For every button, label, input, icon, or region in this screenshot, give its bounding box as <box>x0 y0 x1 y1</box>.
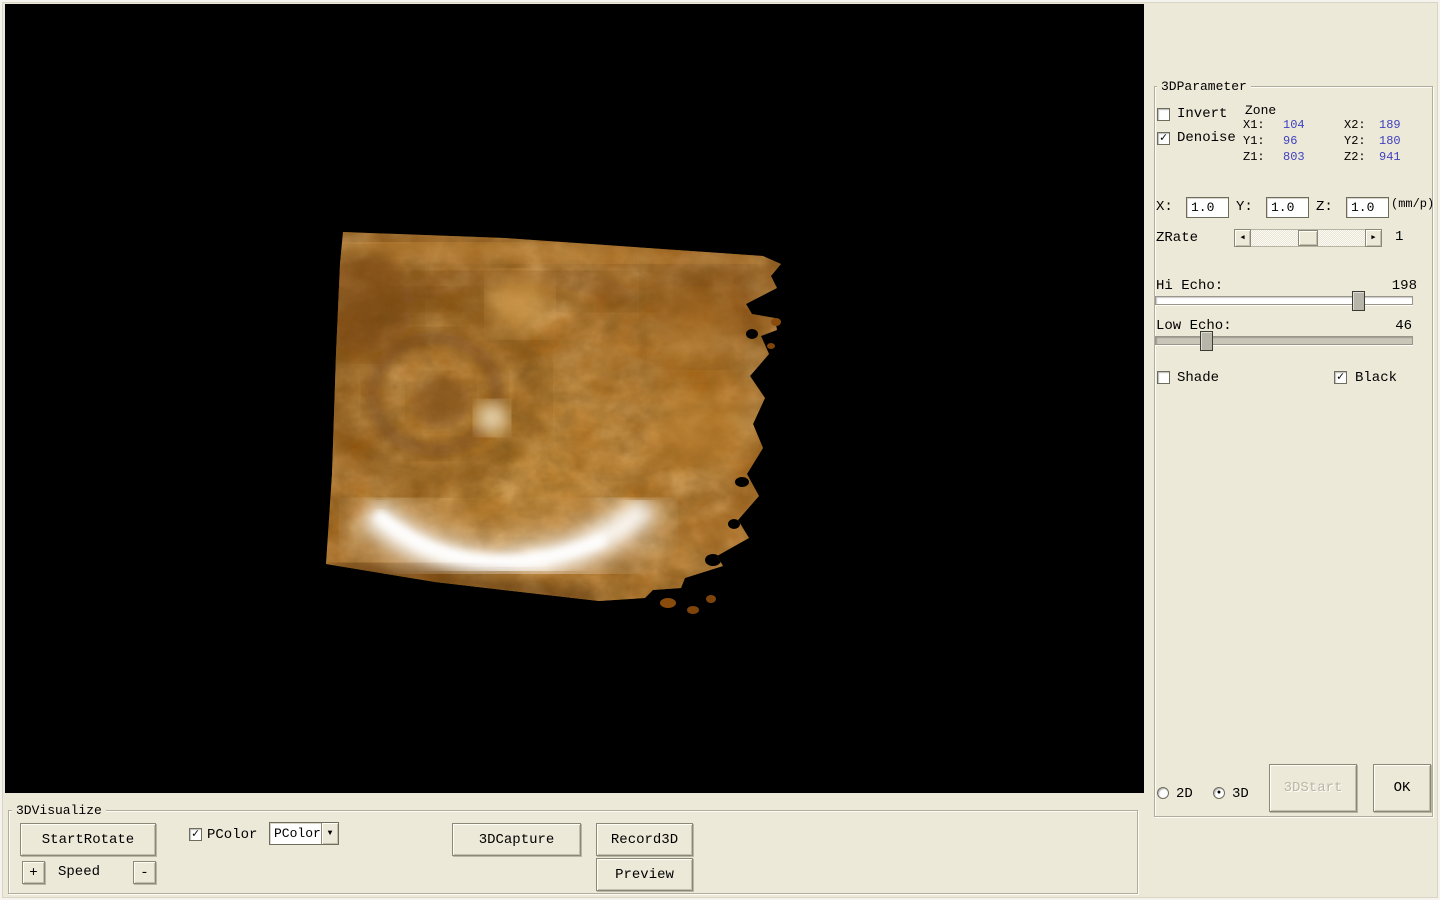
shade-checkbox[interactable] <box>1157 371 1170 384</box>
pcolor-dropdown[interactable]: PColor ▼ <box>269 822 339 845</box>
black-checkbox[interactable]: ✓ <box>1334 371 1347 384</box>
low-echo-label: Low Echo: <box>1156 318 1232 334</box>
pcolor-dropdown-value: PColor <box>274 826 321 841</box>
denoise-checkbox[interactable]: ✓ <box>1157 132 1170 145</box>
chevron-down-icon[interactable]: ▼ <box>321 823 338 844</box>
hi-echo-thumb[interactable] <box>1352 291 1365 311</box>
zone-x2-label: X2: <box>1344 118 1366 132</box>
ultrasound-volume-render <box>5 4 1144 793</box>
zone-x1-value: 104 <box>1283 118 1305 132</box>
hi-echo-track[interactable] <box>1155 296 1413 305</box>
zrate-left-arrow-icon[interactable]: ◀ <box>1234 229 1251 247</box>
black-label: Black <box>1355 370 1398 386</box>
app-window: 3DParameter Invert ✓ Denoise Zone X1: 10… <box>0 0 1440 900</box>
scale-x-input[interactable] <box>1186 197 1229 218</box>
zone-z2-value: 941 <box>1379 150 1401 164</box>
mode-3d-radio[interactable]: ● <box>1213 787 1225 799</box>
invert-checkbox[interactable] <box>1157 108 1170 121</box>
zone-z1-label: Z1: <box>1243 150 1265 164</box>
render-viewport[interactable] <box>5 4 1144 793</box>
scale-z-input[interactable] <box>1346 197 1389 218</box>
zone-z2-label: Z2: <box>1344 150 1366 164</box>
zone-z1-value: 803 <box>1283 150 1305 164</box>
pcolor-checkbox[interactable]: ✓ <box>189 828 202 841</box>
zrate-scrollbar: ◀ ▶ <box>1234 229 1382 247</box>
hi-echo-value: 198 <box>1391 278 1417 294</box>
record-3d-button[interactable]: Record3D <box>596 823 693 856</box>
speed-label: Speed <box>58 864 101 880</box>
zrate-right-arrow-icon[interactable]: ▶ <box>1365 229 1382 247</box>
scale-y-label: Y: <box>1236 199 1253 215</box>
visualize-group-title: 3DVisualize <box>12 803 106 818</box>
zone-y2-label: Y2: <box>1344 134 1366 148</box>
mode-2d-label: 2D <box>1176 786 1193 802</box>
start-3d-button[interactable]: 3DStart <box>1269 764 1357 812</box>
zrate-track[interactable] <box>1251 229 1365 247</box>
speed-minus-button[interactable]: - <box>133 861 156 884</box>
low-echo-thumb[interactable] <box>1200 331 1213 351</box>
low-echo-track[interactable] <box>1155 336 1413 345</box>
scale-z-label: Z: <box>1316 199 1333 215</box>
speed-plus-button[interactable]: + <box>22 861 45 884</box>
shade-label: Shade <box>1177 370 1220 386</box>
parameter-groupbox <box>1154 86 1433 817</box>
low-echo-value: 46 <box>1395 318 1412 334</box>
zone-x2-value: 189 <box>1379 118 1401 132</box>
hi-echo-label: Hi Echo: <box>1156 278 1224 294</box>
zrate-thumb[interactable] <box>1298 230 1318 246</box>
zrate-label: ZRate <box>1156 230 1199 246</box>
mode-3d-label: 3D <box>1232 786 1249 802</box>
zone-y1-value: 96 <box>1283 134 1298 148</box>
denoise-label: Denoise <box>1177 130 1236 146</box>
zrate-value: 1 <box>1395 229 1404 245</box>
zone-y2-value: 180 <box>1379 134 1401 148</box>
pcolor-label: PColor <box>207 827 258 843</box>
zone-title: Zone <box>1245 103 1277 118</box>
scale-y-input[interactable] <box>1266 197 1309 218</box>
invert-label: Invert <box>1177 106 1228 122</box>
parameter-group-title: 3DParameter <box>1157 79 1251 94</box>
ok-button[interactable]: OK <box>1373 764 1431 812</box>
scale-unit-label: (mm/p) <box>1391 197 1435 211</box>
zone-x1-label: X1: <box>1243 118 1265 132</box>
preview-button[interactable]: Preview <box>596 858 693 891</box>
capture-3d-button[interactable]: 3DCapture <box>452 823 581 856</box>
mode-2d-radio[interactable] <box>1157 787 1169 799</box>
scale-x-label: X: <box>1156 199 1173 215</box>
zone-y1-label: Y1: <box>1243 134 1265 148</box>
start-rotate-button[interactable]: StartRotate <box>20 823 156 856</box>
